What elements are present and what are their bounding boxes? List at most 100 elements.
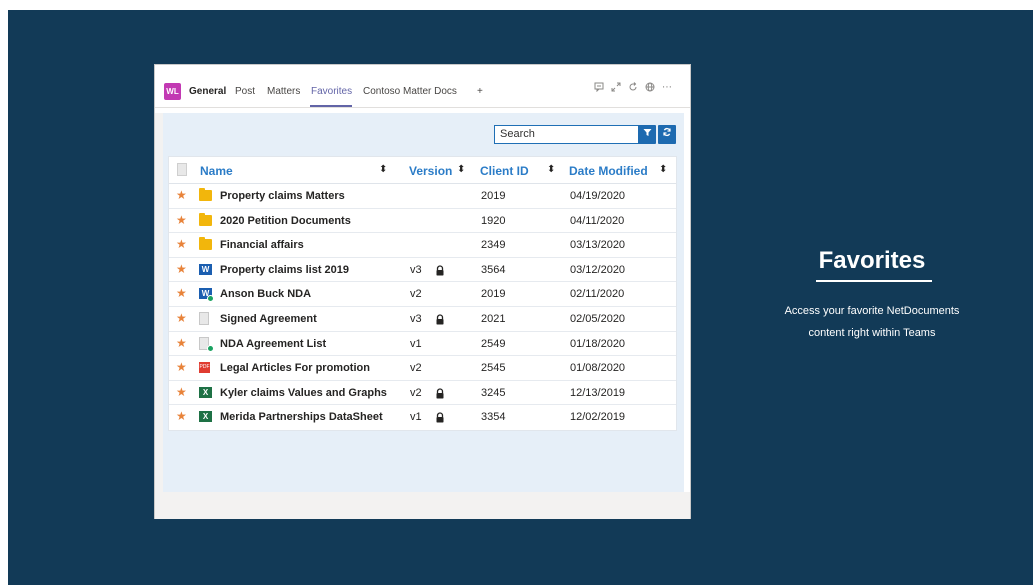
filter-icon: [643, 129, 651, 136]
left-strip: [155, 113, 163, 492]
column-header-name[interactable]: Name: [200, 164, 233, 178]
promo-title: Favorites: [818, 247, 926, 274]
table-row[interactable]: ★ X Kyler claims Values and Graphs v2 3245 12…: [169, 381, 676, 406]
table-row[interactable]: ★ X Merida Partnerships DataSheet v1 3354 12/…: [169, 405, 676, 430]
active-tab-indicator: [310, 105, 352, 107]
date-modified: 02/05/2020: [570, 312, 626, 325]
date-modified: 02/11/2020: [570, 288, 625, 301]
date-modified: 12/13/2019: [570, 386, 626, 399]
favorite-star-icon[interactable]: ★: [176, 336, 187, 350]
document-version: v2: [410, 362, 422, 375]
document-name[interactable]: Property claims list 2019: [220, 264, 349, 276]
favorite-star-icon[interactable]: ★: [176, 237, 187, 251]
client-id: 1920: [481, 214, 506, 227]
date-modified: 01/18/2020: [570, 337, 626, 350]
sort-icon[interactable]: ⬍: [547, 164, 555, 175]
team-avatar[interactable]: WL: [164, 83, 181, 100]
client-id: 2019: [481, 288, 506, 301]
documents-table: Name ⬍ Version ⬍ Client ID ⬍ Date Modifi…: [168, 156, 677, 431]
document-name[interactable]: Legal Articles For promotion: [220, 362, 370, 374]
document-name[interactable]: Merida Partnerships DataSheet: [220, 411, 383, 423]
lock-icon: [435, 312, 447, 325]
document-version: v3: [410, 312, 422, 325]
pdf-icon: PDF: [199, 362, 210, 374]
promo-title-underline: [816, 280, 932, 282]
document-name[interactable]: Property claims Matters: [220, 190, 345, 202]
document-column-icon: [177, 163, 187, 176]
sort-icon[interactable]: ⬍: [457, 164, 465, 175]
table-row[interactable]: ★ Financial affairs 2349 03/13/2020: [169, 233, 676, 258]
client-id: 2545: [481, 362, 506, 375]
favorite-star-icon[interactable]: ★: [176, 188, 187, 202]
client-id: 2349: [481, 239, 506, 252]
document-version: v2: [410, 288, 422, 301]
add-tab-button[interactable]: +: [477, 86, 483, 97]
document-name[interactable]: Signed Agreement: [220, 313, 317, 325]
favorite-star-icon[interactable]: ★: [176, 262, 187, 276]
document-name[interactable]: 2020 Petition Documents: [220, 215, 351, 227]
table-row[interactable]: ★ Property claims Matters 2019 04/19/2020: [169, 184, 676, 209]
client-id: 2549: [481, 337, 506, 350]
document-version: v2: [410, 386, 422, 399]
table-body: ★ Property claims Matters 2019 04/19/2020 ★ 2…: [169, 184, 676, 430]
lock-icon: [435, 263, 447, 276]
favorite-star-icon[interactable]: ★: [176, 213, 187, 227]
excel-icon: X: [199, 386, 212, 398]
document-name[interactable]: Financial affairs: [220, 239, 304, 251]
folder-icon: [199, 188, 212, 201]
bottom-strip: [155, 492, 690, 519]
table-row[interactable]: ★ NDA Agreement List v1 2549 01/18/2020: [169, 332, 676, 357]
document-version: v1: [410, 337, 422, 350]
checked-in-badge-icon: [207, 295, 214, 303]
client-id: 3564: [481, 263, 506, 276]
refresh-button[interactable]: [658, 125, 676, 144]
column-header-date-modified[interactable]: Date Modified: [569, 164, 648, 178]
lock-icon: [435, 410, 447, 423]
date-modified: 03/13/2020: [570, 239, 626, 252]
table-row[interactable]: ★ Signed Agreement v3 2021 02/05/2020: [169, 307, 676, 332]
document-name[interactable]: NDA Agreement List: [220, 338, 326, 350]
more-icon[interactable]: ⋯: [661, 82, 673, 93]
client-id: 2021: [481, 312, 506, 325]
promo-description-line: content right within Teams: [808, 327, 936, 339]
column-header-client-id[interactable]: Client ID: [480, 164, 529, 178]
lock-icon: [435, 386, 447, 399]
refresh-icon[interactable]: [627, 82, 639, 95]
favorite-star-icon[interactable]: ★: [176, 409, 187, 423]
favorite-star-icon[interactable]: ★: [176, 286, 187, 300]
document-icon: [199, 311, 209, 325]
favorite-star-icon[interactable]: ★: [176, 360, 187, 374]
table-row[interactable]: ★ W Anson Buck NDA v2 2019 02/11/2020: [169, 282, 676, 307]
sort-icon[interactable]: ⬍: [659, 164, 667, 175]
tab-general[interactable]: General: [189, 86, 226, 97]
expand-icon[interactable]: [610, 82, 622, 95]
favorite-star-icon[interactable]: ★: [176, 311, 187, 325]
tab-favorites[interactable]: Favorites: [311, 86, 352, 97]
sync-icon: [663, 127, 671, 137]
promo-description: Access your favorite NetDocuments conten…: [755, 300, 989, 344]
table-row[interactable]: ★ PDF Legal Articles For promotion v2 2545 01…: [169, 356, 676, 381]
teams-window: WL General Post Matters Favorites Contos…: [154, 64, 691, 519]
checked-in-badge-icon: [207, 344, 214, 352]
column-header-version[interactable]: Version: [409, 164, 452, 178]
table-row[interactable]: ★ W Property claims list 2019 v3 3564 03/12/2…: [169, 258, 676, 283]
date-modified: 01/08/2020: [570, 362, 626, 375]
filter-button[interactable]: [638, 125, 656, 144]
folder-icon: [199, 237, 212, 251]
date-modified: 03/12/2020: [570, 263, 626, 276]
table-row[interactable]: ★ 2020 Petition Documents 1920 04/11/2020: [169, 209, 676, 234]
document-name[interactable]: Kyler claims Values and Graphs: [220, 387, 387, 399]
favorite-star-icon[interactable]: ★: [176, 385, 187, 399]
tab-post[interactable]: Post: [235, 86, 255, 97]
chat-icon[interactable]: [593, 82, 605, 95]
client-id: 2019: [481, 190, 506, 202]
table-header: Name ⬍ Version ⬍ Client ID ⬍ Date Modifi…: [169, 157, 676, 184]
excel-icon: X: [199, 411, 212, 423]
tab-contoso-matter-docs[interactable]: Contoso Matter Docs: [363, 86, 457, 97]
search-input[interactable]: Search: [494, 125, 651, 144]
globe-icon[interactable]: [644, 82, 656, 95]
sort-icon[interactable]: ⬍: [379, 164, 387, 175]
tab-matters[interactable]: Matters: [267, 86, 300, 97]
document-name[interactable]: Anson Buck NDA: [220, 288, 311, 300]
document-version: v3: [410, 263, 422, 276]
